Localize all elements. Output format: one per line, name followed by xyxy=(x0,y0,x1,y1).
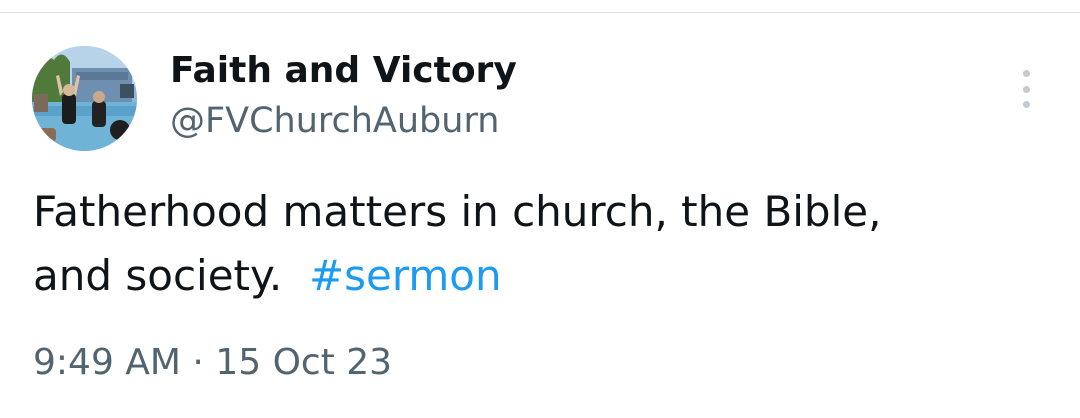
tweet-timestamp[interactable]: 9:49 AM · 15 Oct 23 xyxy=(33,340,392,386)
more-vertical-icon-dot-2 xyxy=(1022,85,1030,93)
tweet-text-line-2-prefix: and society. xyxy=(33,251,283,300)
hashtag-link[interactable]: #sermon xyxy=(309,251,502,300)
more-vertical-icon xyxy=(1022,70,1030,77)
author-handle[interactable]: @FVChurchAuburn xyxy=(170,98,499,144)
tweet-time[interactable]: 9:49 AM xyxy=(33,342,181,383)
top-divider xyxy=(0,12,1080,13)
tweet-text-line-2: and society. #sermon xyxy=(33,244,1033,308)
author-avatar[interactable] xyxy=(32,46,137,151)
tweet-date[interactable]: 15 Oct 23 xyxy=(215,342,392,383)
tweet-text-line-1: Fatherhood matters in church, the Bible, xyxy=(33,187,882,236)
avatar-photo xyxy=(32,46,137,151)
tweet-text: Fatherhood matters in church, the Bible,… xyxy=(33,180,1033,308)
more-options-button[interactable] xyxy=(1008,68,1044,110)
timestamp-separator: · xyxy=(180,342,216,383)
author-display-name[interactable]: Faith and Victory xyxy=(170,48,517,94)
more-vertical-icon-dot-3 xyxy=(1022,101,1030,108)
